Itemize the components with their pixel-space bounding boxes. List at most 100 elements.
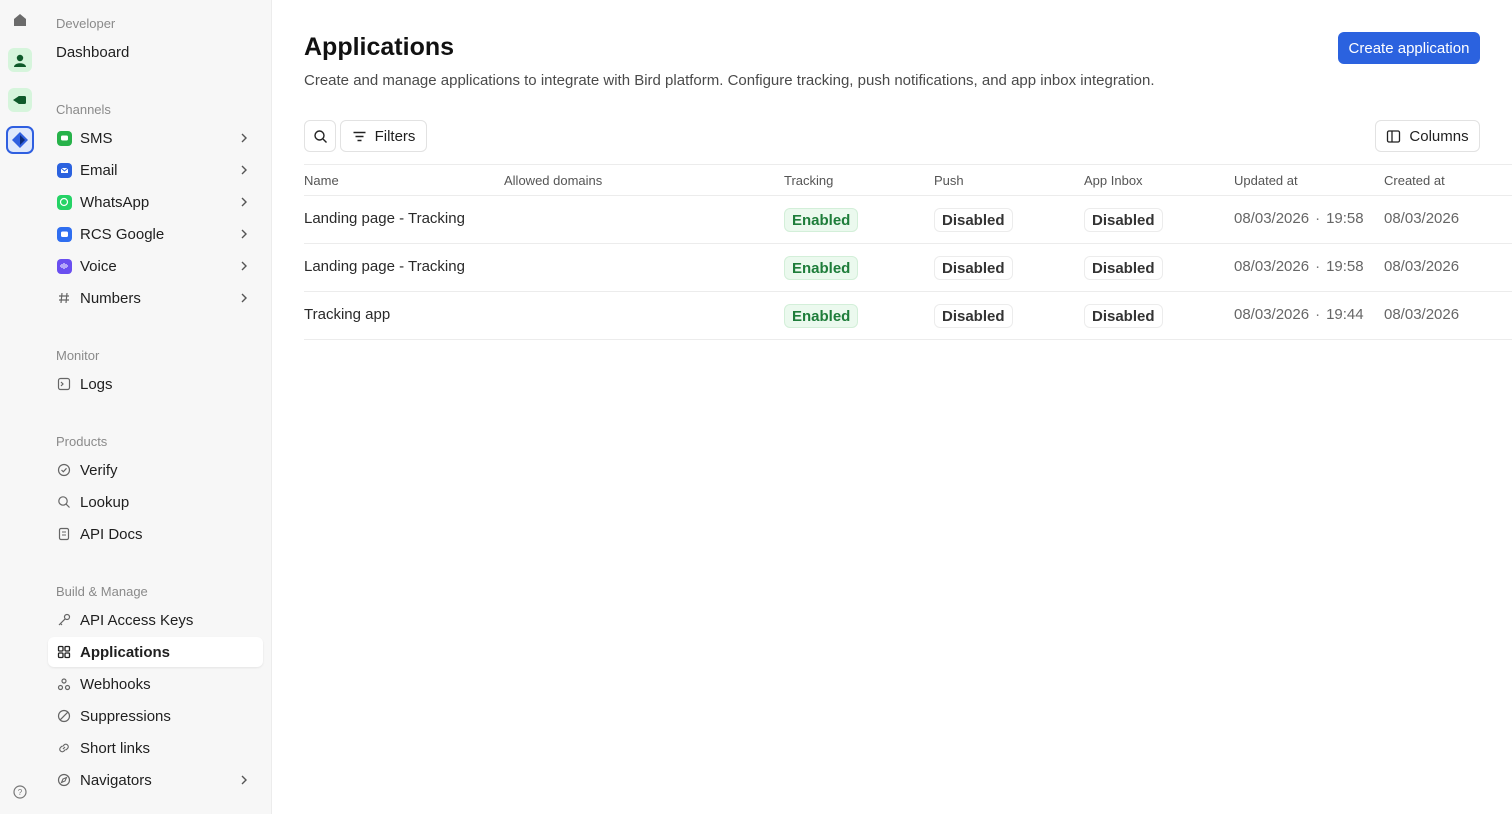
sidebar-item-label: Email (80, 161, 118, 179)
sidebar-item-label: Lookup (80, 493, 130, 511)
sidebar-item-label: Numbers (80, 289, 141, 307)
sidebar-item-label: Logs (80, 375, 113, 393)
section-title-build-manage: Build & Manage (56, 584, 148, 599)
applications-table: Name Allowed domains Tracking Push App I… (304, 164, 1512, 340)
table-row[interactable]: Landing page - Tracking Enabled Disabled… (304, 196, 1512, 244)
chevron-right-icon (241, 293, 247, 303)
hash-icon (56, 290, 72, 306)
cell-name: Landing page - Tracking (304, 258, 465, 275)
chevron-right-icon (241, 165, 247, 175)
column-header-updated-at[interactable]: Updated at (1234, 173, 1298, 188)
sms-icon (56, 130, 72, 146)
columns-button[interactable]: Columns (1375, 120, 1480, 152)
sidebar-item-label: Suppressions (80, 707, 171, 725)
developer-app-icon[interactable] (6, 126, 34, 154)
columns-icon (1386, 129, 1401, 144)
page-title: Applications (304, 33, 455, 61)
video-app-icon[interactable] (8, 88, 32, 112)
status-badge-push: Disabled (934, 304, 1013, 328)
sidebar-item-rcs-google[interactable]: RCS Google (48, 219, 263, 249)
home-icon[interactable] (8, 8, 32, 32)
updated-time: 19:58 (1326, 258, 1364, 275)
ban-icon (56, 708, 72, 724)
filters-label: Filters (374, 127, 416, 145)
sidebar-item-applications[interactable]: Applications (48, 637, 263, 667)
help-icon[interactable]: ? (8, 780, 32, 804)
webhook-icon (56, 676, 72, 692)
column-header-name[interactable]: Name (304, 173, 339, 188)
sidebar-item-sms[interactable]: SMS (48, 123, 263, 153)
status-badge-tracking: Enabled (784, 256, 859, 280)
section-title-monitor: Monitor (56, 348, 100, 363)
sidebar-item-label: Webhooks (80, 675, 151, 693)
key-icon (56, 612, 72, 628)
cell-created-at: 08/03/2026 (1384, 258, 1460, 275)
sidebar-item-voice[interactable]: Voice (48, 251, 263, 281)
table-header: Name Allowed domains Tracking Push App I… (304, 164, 1512, 196)
document-icon (56, 526, 72, 542)
status-badge-app-inbox: Disabled (1084, 208, 1163, 232)
sidebar-item-api-access-keys[interactable]: API Access Keys (48, 605, 263, 635)
column-header-created-at[interactable]: Created at (1384, 173, 1445, 188)
chevron-right-icon (241, 133, 247, 143)
section-title-developer: Developer (56, 16, 116, 31)
section-title-channels: Channels (56, 102, 111, 117)
status-badge-tracking: Enabled (784, 208, 859, 232)
search-icon (56, 494, 72, 510)
status-badge-app-inbox: Disabled (1084, 256, 1163, 280)
whatsapp-icon (56, 194, 72, 210)
contact-app-icon[interactable] (8, 48, 32, 72)
chevron-right-icon (241, 229, 247, 239)
column-header-app-inbox[interactable]: App Inbox (1084, 173, 1143, 188)
sidebar-item-dashboard[interactable]: Dashboard (48, 37, 263, 67)
sidebar-item-suppressions[interactable]: Suppressions (48, 701, 263, 731)
sidebar-item-label: API Access Keys (80, 611, 194, 629)
sidebar-item-email[interactable]: Email (48, 155, 263, 185)
cell-updated-at: 08/03/2026 · 19:44 (1234, 306, 1364, 323)
status-badge-push: Disabled (934, 256, 1013, 280)
column-header-tracking[interactable]: Tracking (784, 173, 833, 188)
create-application-button[interactable]: Create application (1338, 32, 1480, 64)
compass-icon (56, 772, 72, 788)
table-row[interactable]: Landing page - Tracking Enabled Disabled… (304, 244, 1512, 292)
table-row[interactable]: Tracking app Enabled Disabled Disabled 0… (304, 292, 1512, 340)
svg-text:?: ? (18, 788, 23, 797)
sidebar-item-label: SMS (80, 129, 113, 147)
chevron-right-icon (241, 197, 247, 207)
updated-time: 19:44 (1326, 306, 1364, 323)
cell-name: Tracking app (304, 306, 391, 323)
cell-updated-at: 08/03/2026 · 19:58 (1234, 210, 1364, 227)
column-header-allowed-domains[interactable]: Allowed domains (504, 173, 602, 188)
sidebar-item-whatsapp[interactable]: WhatsApp (48, 187, 263, 217)
updated-date: 08/03/2026 (1234, 258, 1310, 275)
search-icon (313, 129, 327, 143)
main-content: Applications Create and manage applicati… (272, 0, 1512, 814)
grid-icon (56, 644, 72, 660)
sidebar-item-navigators[interactable]: Navigators (48, 765, 263, 795)
chevron-right-icon (241, 261, 247, 271)
columns-label: Columns (1409, 127, 1469, 145)
column-header-push[interactable]: Push (934, 173, 964, 188)
sidebar-item-label: Navigators (80, 771, 152, 789)
updated-date: 08/03/2026 (1234, 306, 1310, 323)
filter-icon (352, 129, 367, 144)
cell-created-at: 08/03/2026 (1384, 210, 1460, 227)
cell-created-at: 08/03/2026 (1384, 306, 1460, 323)
sidebar-item-api-docs[interactable]: API Docs (48, 519, 263, 549)
filters-button[interactable]: Filters (340, 120, 427, 152)
sidebar-item-logs[interactable]: Logs (48, 369, 263, 399)
updated-date: 08/03/2026 (1234, 210, 1310, 227)
sidebar-item-numbers[interactable]: Numbers (48, 283, 263, 313)
sidebar-item-short-links[interactable]: Short links (48, 733, 263, 763)
sidebar-item-lookup[interactable]: Lookup (48, 487, 263, 517)
sidebar-item-verify[interactable]: Verify (48, 455, 263, 485)
status-badge-push: Disabled (934, 208, 1013, 232)
updated-time: 19:58 (1326, 210, 1364, 227)
cell-name: Landing page - Tracking (304, 210, 465, 227)
sidebar-item-label: Applications (80, 643, 171, 661)
sidebar-item-webhooks[interactable]: Webhooks (48, 669, 263, 699)
section-title-products: Products (56, 434, 108, 449)
app-rail: ? (0, 0, 40, 814)
sidebar-item-label: WhatsApp (80, 193, 150, 211)
search-button[interactable] (304, 120, 336, 152)
